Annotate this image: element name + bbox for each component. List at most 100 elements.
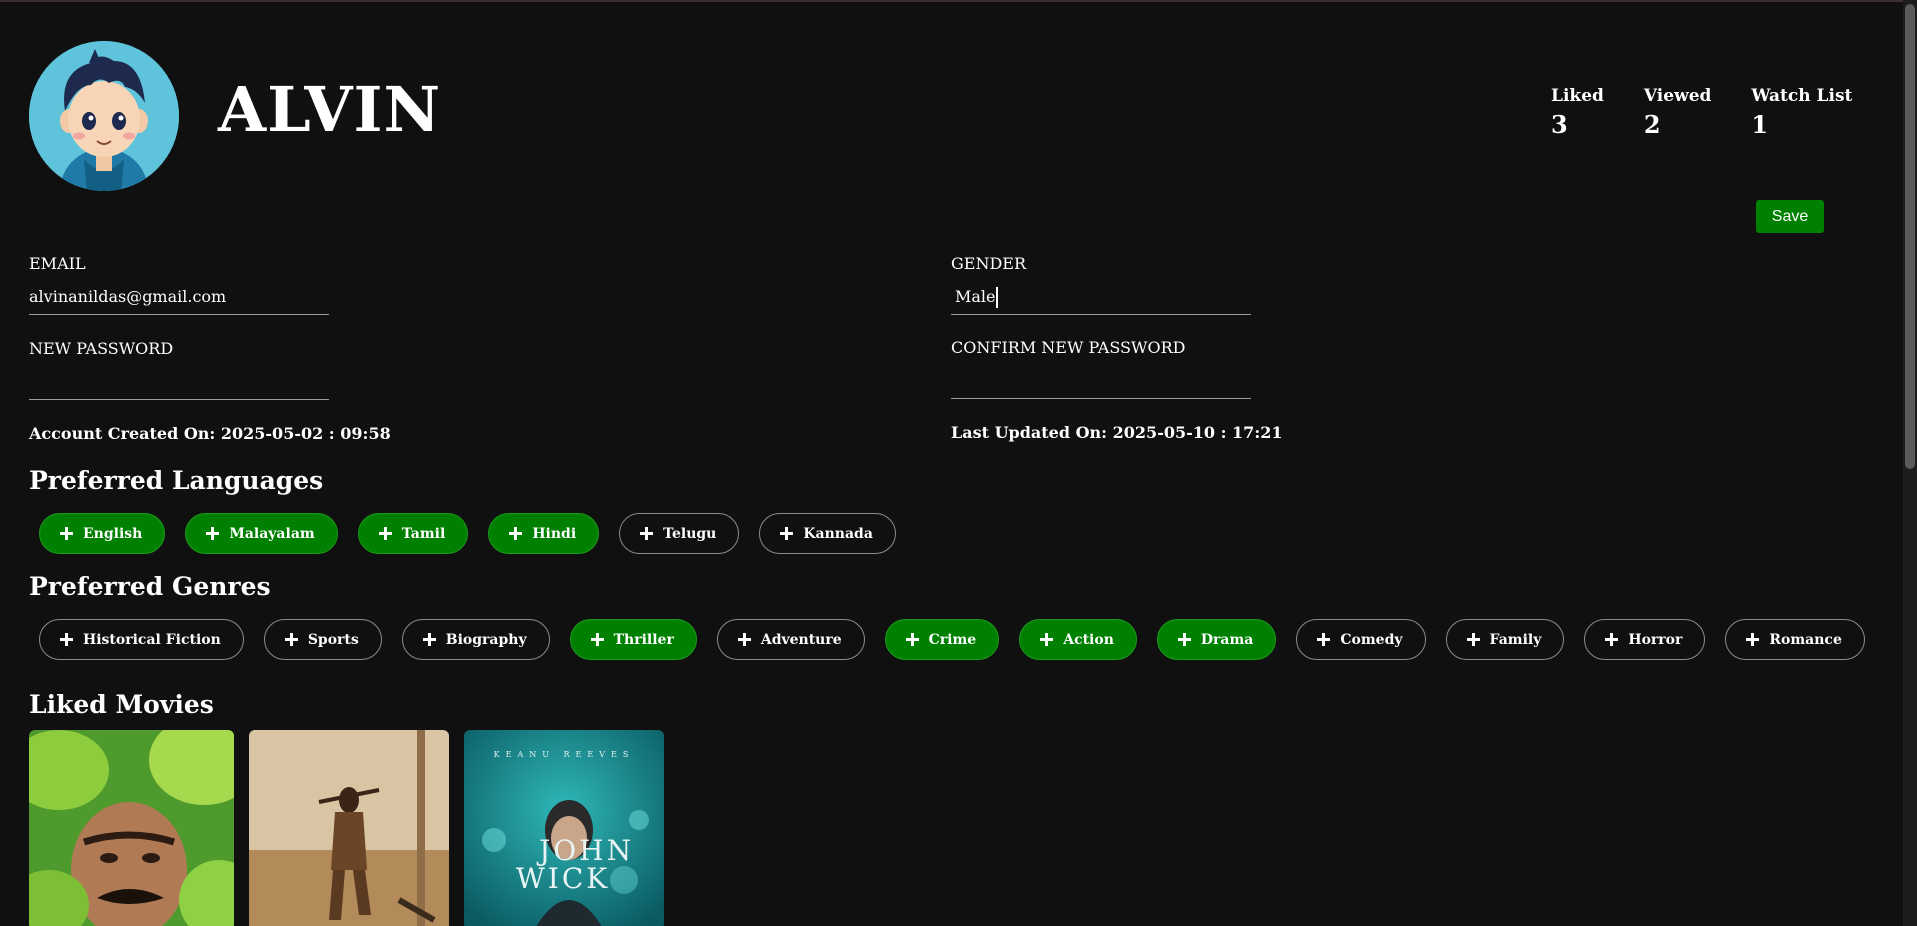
chip-label: Kannada [803,525,873,542]
stat-label: Viewed [1643,86,1712,106]
new-password-field[interactable] [29,368,329,400]
chip-label: Action [1063,631,1114,648]
genre-chip-biography[interactable]: Biography [401,619,550,660]
chip-label: Family [1489,631,1542,648]
chip-label: Crime [928,631,977,648]
plus-icon [780,527,794,540]
plus-icon [509,527,523,540]
genre-chip-thriller[interactable]: Thriller [569,619,697,660]
liked-movies-title: Liked Movies [29,690,214,719]
language-chip-english[interactable]: English [39,513,166,554]
plus-icon [737,633,751,646]
chip-label: Drama [1200,631,1254,648]
plus-icon [640,527,654,540]
plus-icon [1746,633,1760,646]
top-border [0,0,1917,2]
email-label: EMAIL [29,254,86,273]
chip-label: Sports [307,631,359,648]
plus-icon [1177,633,1191,646]
chevron-down-icon [995,287,998,308]
chip-label: Historical Fiction [83,631,221,648]
profile-stats: Liked 3 Viewed 2 Watch List 1 [1551,86,1892,139]
chip-label: Biography [445,631,527,648]
username: ALVIN [218,73,442,146]
stat-value: 3 [1551,110,1568,139]
plus-icon [1040,633,1054,646]
chip-label: Tamil [401,525,446,542]
preferred-languages-title: Preferred Languages [29,466,324,495]
plus-icon [1317,633,1331,646]
new-password-group: NEW PASSWORD [29,339,329,400]
genre-chip-historical-fiction[interactable]: Historical Fiction [39,619,244,660]
poster-image [29,730,234,926]
new-password-label: NEW PASSWORD [29,339,174,358]
language-chip-malayalam[interactable]: Malayalam [185,513,338,554]
avatar-illustration [29,41,179,191]
chip-label: Thriller [613,631,674,648]
plus-icon [60,633,73,646]
chip-label: Adventure [760,631,842,648]
poster-image [464,730,664,926]
chip-label: Telugu [663,525,717,542]
stat-viewed: Viewed 2 [1644,86,1712,139]
plus-icon [378,527,392,540]
movie-poster[interactable]: KEANU REEVES JOHN WICK [464,730,664,926]
poster-title-line2: WICK [516,862,611,895]
chip-label: Malayalam [229,525,315,542]
genre-chip-comedy[interactable]: Comedy [1296,619,1426,660]
movie-poster[interactable] [249,730,449,926]
chip-label: Hindi [532,525,577,542]
poster-actor-text: KEANU REEVES [493,750,635,759]
stat-label: Liked [1551,86,1604,106]
language-chip-telugu[interactable]: Telugu [619,513,740,554]
avatar [29,41,179,191]
confirm-password-group: CONFIRM NEW PASSWORD [951,338,1251,399]
chip-label: Comedy [1340,631,1403,648]
plus-icon [284,633,298,646]
stat-value: 1 [1751,110,1769,139]
chip-label: English [83,525,143,542]
language-chips: English Malayalam Tamil Hindi Telugu Kannada [39,513,916,554]
stat-value: 2 [1643,110,1661,139]
genre-chip-family[interactable]: Family [1445,619,1565,660]
plus-icon [60,527,73,540]
gender-selected-value: Male [955,287,996,306]
genre-chip-horror[interactable]: Horror [1584,619,1706,660]
plus-icon [905,633,919,646]
plus-icon [1466,633,1480,646]
genre-chip-adventure[interactable]: Adventure [716,619,865,660]
liked-movies-list: KEANU REEVES JOHN WICK [29,730,679,926]
chip-label: Romance [1769,631,1842,648]
language-chip-kannada[interactable]: Kannada [759,513,896,554]
language-chip-tamil[interactable]: Tamil [357,513,469,554]
genre-chips: Historical Fiction Sports Biography Thrille… [39,619,1885,660]
confirm-password-field[interactable] [951,367,1251,399]
plus-icon [590,633,604,646]
scrollbar-thumb[interactable] [1905,4,1915,469]
gender-select[interactable]: Male [951,283,1251,315]
genre-chip-romance[interactable]: Romance [1725,619,1865,660]
gender-group: GENDER Male [951,254,1251,315]
language-chip-hindi[interactable]: Hindi [488,513,600,554]
save-button[interactable]: Save [1756,200,1824,233]
genre-chip-sports[interactable]: Sports [263,619,382,660]
last-updated-text: Last Updated On: 2025-05-10 : 17:21 [951,423,1283,442]
email-field[interactable]: alvinanildas@gmail.com [29,283,329,315]
movie-poster[interactable] [29,730,234,926]
stat-watch-list: Watch List 1 [1751,86,1852,139]
genre-chip-action[interactable]: Action [1019,619,1137,660]
plus-icon [422,633,436,646]
plus-icon [206,527,220,540]
plus-icon [1605,633,1619,646]
account-created-text: Account Created On: 2025-05-02 : 09:58 [29,424,391,443]
gender-label: GENDER [951,254,1027,273]
email-group: EMAIL alvinanildas@gmail.com [29,254,329,315]
chip-label: Horror [1628,631,1683,648]
stat-label: Watch List [1751,86,1853,106]
preferred-genres-title: Preferred Genres [29,572,271,601]
scrollbar[interactable] [1903,0,1917,926]
stat-liked: Liked 3 [1551,86,1604,139]
genre-chip-crime[interactable]: Crime [884,619,1000,660]
genre-chip-drama[interactable]: Drama [1156,619,1277,660]
poster-image [249,730,449,926]
